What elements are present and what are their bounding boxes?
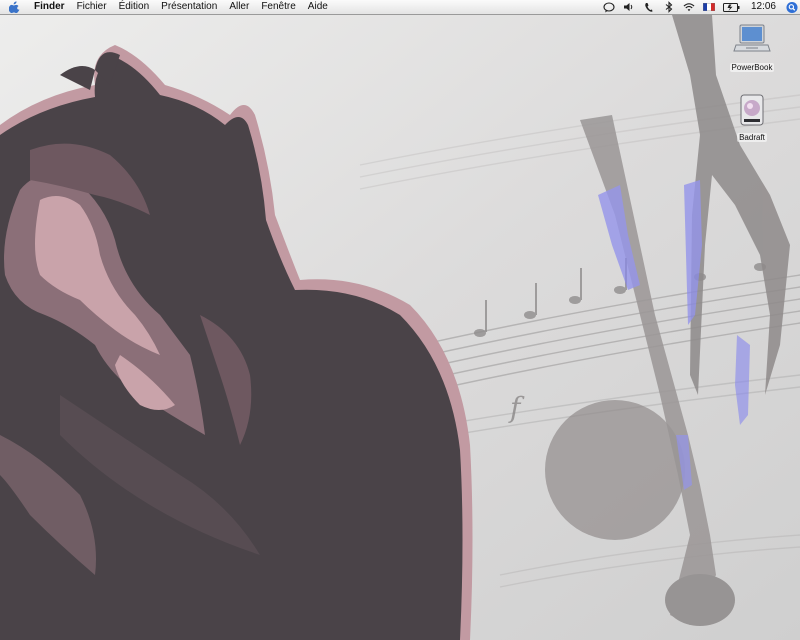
menu-finder[interactable]: Finder [28, 0, 71, 14]
menu-extras: 12:06 [603, 0, 798, 14]
apple-icon [8, 1, 19, 13]
menu-fichier[interactable]: Fichier [71, 0, 113, 14]
ichat-icon[interactable] [603, 1, 615, 13]
desktop-icon-powerbook[interactable]: PowerBook [720, 21, 784, 72]
volume-icon[interactable] [623, 1, 635, 13]
menu-clock[interactable]: 12:06 [749, 0, 778, 14]
menu-bar: Finder Fichier Édition Présentation Alle… [0, 0, 800, 15]
spotlight-icon[interactable] [786, 1, 798, 13]
desktop-icon-label: Badraft [737, 133, 767, 142]
desktop-icon-label: PowerBook [729, 63, 775, 72]
desktop[interactable]: f PowerBook Badraft [0, 15, 800, 640]
menu-edition[interactable]: Édition [113, 0, 156, 14]
powerbook-icon [733, 24, 771, 52]
menu-aide[interactable]: Aide [302, 0, 334, 14]
phone-icon[interactable] [643, 1, 655, 13]
apple-menu[interactable] [0, 1, 28, 13]
french-flag-icon[interactable] [702, 1, 715, 13]
battery-icon[interactable] [723, 1, 741, 13]
desktop-icon-badraft[interactable]: Badraft [720, 91, 784, 142]
menu-presentation[interactable]: Présentation [155, 0, 223, 14]
menu-fenetre[interactable]: Fenêtre [255, 0, 301, 14]
menu-aller[interactable]: Aller [223, 0, 255, 14]
wifi-icon[interactable] [683, 1, 695, 13]
bluetooth-icon[interactable] [663, 1, 675, 13]
desktop-wallpaper: f [0, 15, 800, 640]
drive-icon [740, 94, 764, 126]
